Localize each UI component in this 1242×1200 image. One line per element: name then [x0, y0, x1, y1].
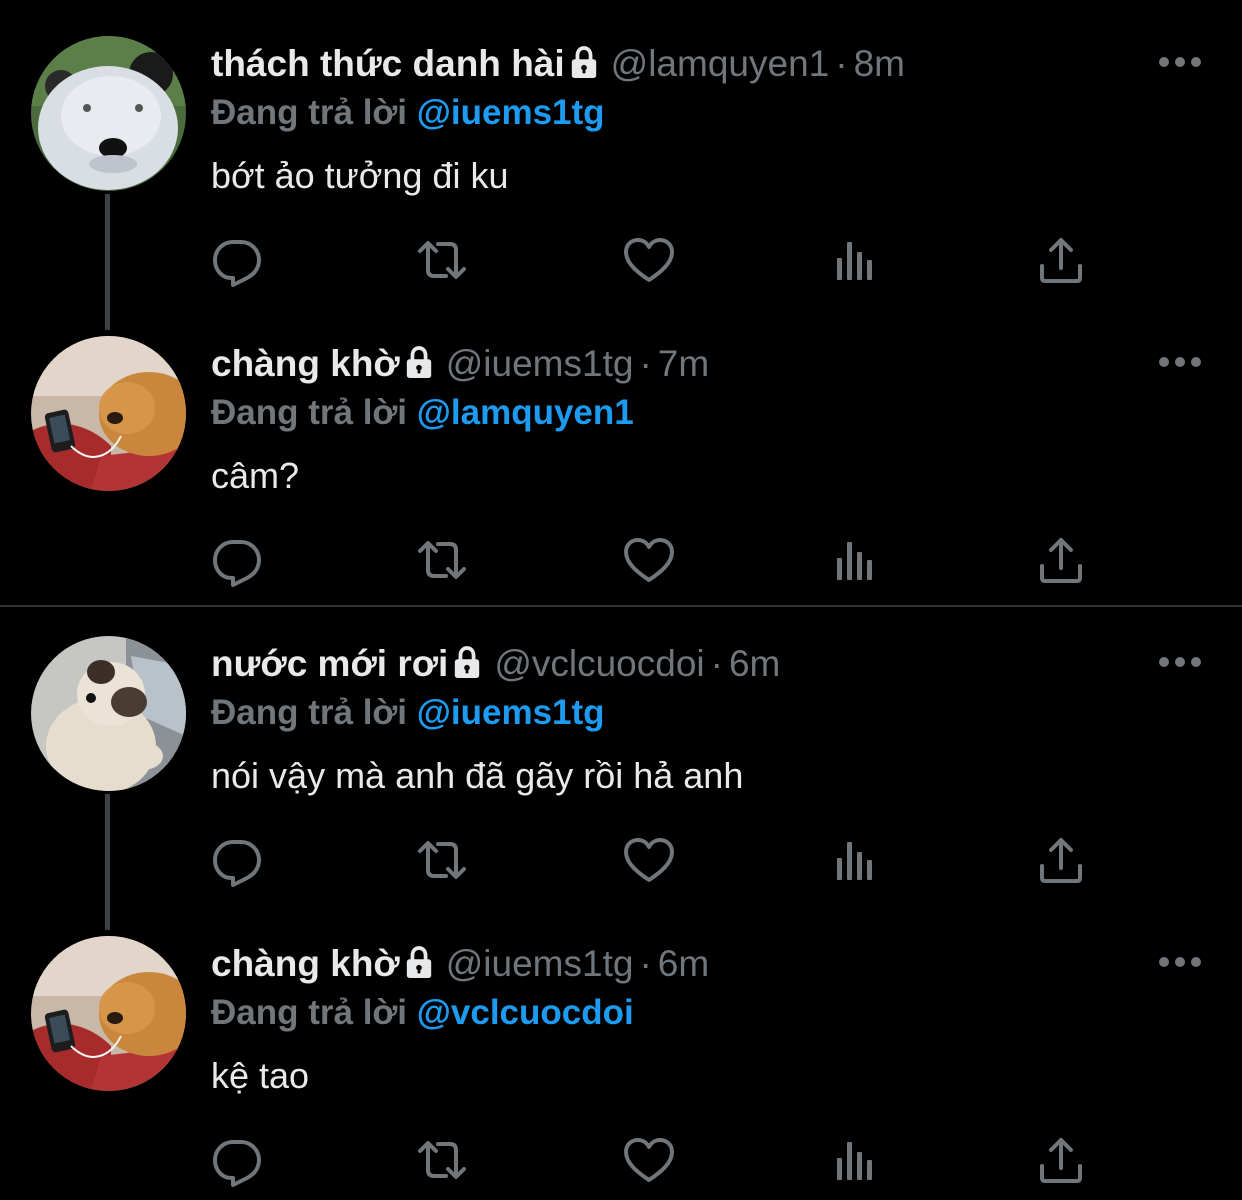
reply-prefix: Đang trả lời [211, 693, 408, 732]
replying-to: Đang trả lời @iuems1tg [211, 90, 605, 136]
reply-mention-link[interactable]: @iuems1tg [417, 693, 605, 732]
retweet-icon[interactable] [414, 232, 470, 288]
user-handle[interactable]: @lamquyen1 [611, 43, 830, 84]
reply-mention-link[interactable]: @lamquyen1 [417, 393, 634, 432]
reply-icon[interactable] [209, 232, 265, 288]
dog-avatar[interactable] [31, 936, 186, 1091]
dog-avatar[interactable] [31, 336, 186, 491]
retweet-icon[interactable] [414, 532, 470, 588]
share-icon[interactable] [1033, 232, 1089, 288]
reply-icon[interactable] [209, 532, 265, 588]
reply-prefix: Đang trả lời [211, 993, 408, 1032]
like-icon[interactable] [621, 232, 677, 288]
views-icon[interactable] [828, 832, 884, 888]
tweet-header: thách thức danh hài @lamquyen1 · 8m [211, 40, 905, 88]
timestamp[interactable]: 6m [658, 943, 709, 984]
retweet-icon[interactable] [414, 832, 470, 888]
like-icon[interactable] [621, 1132, 677, 1188]
more-icon[interactable] [1155, 352, 1205, 372]
tweet-header: chàng khờ @iuems1tg · 6m [211, 940, 709, 988]
tweet[interactable]: chàng khờ @iuems1tg · 6m Đang trả lời @vclc… [0, 936, 1242, 1176]
tweet[interactable]: chàng khờ @iuems1tg · 7m Đang trả lời @lamq… [0, 336, 1242, 576]
like-icon[interactable] [621, 832, 677, 888]
separator-dot: · [639, 343, 652, 384]
reply-icon[interactable] [209, 832, 265, 888]
panda-avatar[interactable] [31, 36, 186, 191]
retweet-icon[interactable] [414, 1132, 470, 1188]
user-handle[interactable]: @iuems1tg [446, 943, 634, 984]
views-icon[interactable] [828, 1132, 884, 1188]
tweet-text: nói vậy mà anh đã gãy rồi hả anh [211, 755, 744, 796]
more-icon[interactable] [1155, 52, 1205, 72]
tweet-actions [0, 1132, 1242, 1192]
share-icon[interactable] [1033, 1132, 1089, 1188]
like-icon[interactable] [621, 532, 677, 588]
tweet-header: nước mới rơi @vclcuocdoi · 6m [211, 640, 780, 688]
lock-icon [569, 46, 599, 80]
separator-dot: · [639, 943, 652, 984]
reply-prefix: Đang trả lời [211, 393, 408, 432]
share-icon[interactable] [1033, 532, 1089, 588]
separator-dot: · [710, 643, 723, 684]
lock-icon [404, 346, 434, 380]
lock-icon [452, 646, 482, 680]
replying-to: Đang trả lời @iuems1tg [211, 690, 605, 736]
display-name[interactable]: nước mới rơi [211, 643, 448, 684]
tweet-text: câm? [211, 455, 300, 496]
display-name[interactable]: thách thức danh hài [211, 43, 565, 84]
reply-prefix: Đang trả lời [211, 93, 408, 132]
reply-mention-link[interactable]: @vclcuocdoi [417, 993, 634, 1032]
timestamp[interactable]: 6m [729, 643, 780, 684]
tweet-actions [0, 232, 1242, 292]
user-handle[interactable]: @iuems1tg [446, 343, 634, 384]
lock-icon [404, 946, 434, 980]
tweet[interactable]: thách thức danh hài @lamquyen1 · 8m Đang tr… [0, 36, 1242, 276]
pug-avatar[interactable] [31, 636, 186, 791]
display-name[interactable]: chàng khờ [211, 343, 400, 384]
user-handle[interactable]: @vclcuocdoi [494, 643, 704, 684]
more-icon[interactable] [1155, 652, 1205, 672]
timestamp[interactable]: 7m [658, 343, 709, 384]
tweet[interactable]: nước mới rơi @vclcuocdoi · 6m Đang trả lời … [0, 636, 1242, 876]
tweet-actions [0, 832, 1242, 892]
views-icon[interactable] [828, 232, 884, 288]
timestamp[interactable]: 8m [854, 43, 905, 84]
views-icon[interactable] [828, 532, 884, 588]
separator-dot: · [835, 43, 848, 84]
tweet-text: kệ tao [211, 1055, 310, 1096]
reply-icon[interactable] [209, 1132, 265, 1188]
reply-mention-link[interactable]: @iuems1tg [417, 93, 605, 132]
replying-to: Đang trả lời @vclcuocdoi [211, 990, 634, 1036]
thread-divider [0, 605, 1242, 607]
tweet-text: bớt ảo tưởng đi ku [211, 155, 509, 196]
replying-to: Đang trả lời @lamquyen1 [211, 390, 634, 436]
tweet-actions [0, 532, 1242, 592]
more-icon[interactable] [1155, 952, 1205, 972]
share-icon[interactable] [1033, 832, 1089, 888]
tweet-header: chàng khờ @iuems1tg · 7m [211, 340, 709, 388]
display-name[interactable]: chàng khờ [211, 943, 400, 984]
